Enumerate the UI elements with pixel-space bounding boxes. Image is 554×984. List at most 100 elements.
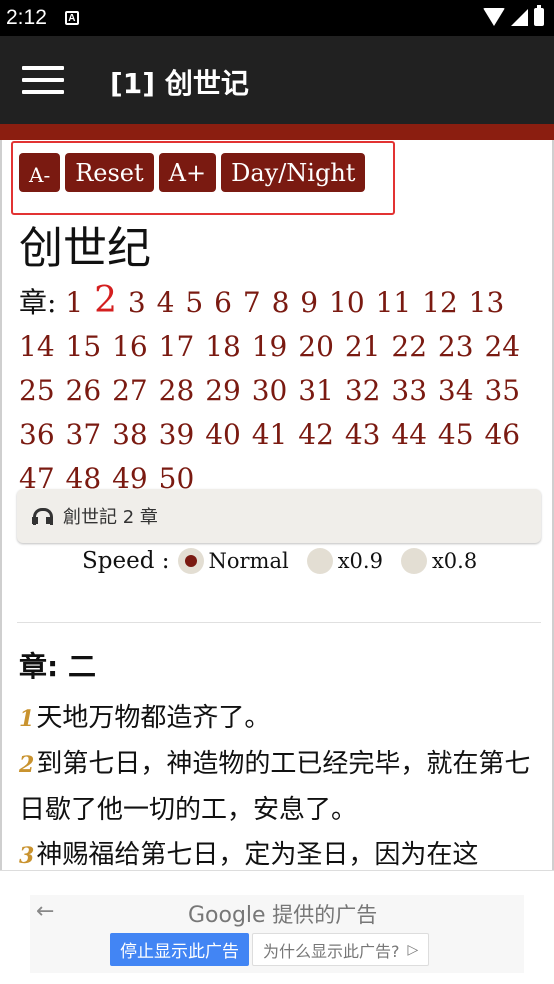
chapter-link[interactable]: 25 bbox=[19, 374, 55, 407]
verse-number: 2 bbox=[19, 752, 35, 778]
chapter-nav-label: 章: bbox=[19, 286, 57, 319]
chapter-link[interactable]: 41 bbox=[252, 418, 288, 451]
divider bbox=[17, 622, 541, 623]
day-night-toggle-button[interactable]: Day/Night bbox=[221, 153, 366, 192]
chapter-link[interactable]: 15 bbox=[66, 330, 102, 363]
reset-font-button[interactable]: Reset bbox=[65, 153, 154, 192]
chapter-link[interactable]: 4 bbox=[157, 286, 175, 319]
google-logo: Google bbox=[188, 903, 266, 928]
speed-option-0-9[interactable]: x0.9 bbox=[306, 548, 383, 574]
speed-label: Speed : bbox=[82, 548, 170, 574]
chapter-link[interactable]: 24 bbox=[484, 330, 520, 363]
chapter-link[interactable]: 37 bbox=[66, 418, 102, 451]
speed-option-normal[interactable]: Normal bbox=[177, 548, 289, 574]
chapter-link[interactable]: 9 bbox=[300, 286, 318, 319]
headphone-icon bbox=[32, 508, 53, 525]
speed-option-label: x0.8 bbox=[431, 549, 478, 573]
audio-label: 創世記 2 章 bbox=[63, 507, 158, 528]
chapter-link[interactable]: 33 bbox=[391, 374, 427, 407]
verse-text: 神赐福给第七日，定为圣日，因为在这 bbox=[36, 840, 479, 870]
chapter-link[interactable]: 43 bbox=[345, 418, 381, 451]
chapter-link[interactable]: 31 bbox=[298, 374, 334, 407]
status-bar: 2:12 A bbox=[0, 0, 554, 36]
why-ad-button[interactable]: 为什么显示此广告? ▷ bbox=[252, 933, 430, 966]
chapter-link[interactable]: 3 bbox=[128, 286, 146, 319]
chapter-link[interactable]: 7 bbox=[243, 286, 261, 319]
battery-icon bbox=[534, 5, 544, 26]
chapter-link[interactable]: 38 bbox=[112, 418, 148, 451]
chapter-heading: 章: 二 bbox=[19, 650, 96, 683]
ad-banner: ← Google 提供的广告 停止显示此广告 为什么显示此广告? ▷ bbox=[0, 870, 554, 984]
notification-icon: A bbox=[64, 11, 79, 25]
chapter-link[interactable]: 30 bbox=[252, 374, 288, 407]
speed-option-label: x0.9 bbox=[337, 549, 383, 573]
arrow-left-icon[interactable]: ← bbox=[36, 899, 54, 924]
chapter-link[interactable]: 5 bbox=[185, 286, 203, 319]
font-toolbar: A- Reset A+ Day/Night bbox=[19, 153, 366, 192]
chapter-link[interactable]: 34 bbox=[438, 374, 474, 407]
chapter-link[interactable]: 21 bbox=[345, 330, 381, 363]
chapter-link[interactable]: 44 bbox=[391, 418, 427, 451]
verse-text: 到第七日，神造物的工已经完毕，就在第七日歇了他一切的工，安息了。 bbox=[19, 749, 531, 825]
hamburger-menu-icon[interactable] bbox=[22, 66, 64, 94]
chapter-link[interactable]: 28 bbox=[159, 374, 195, 407]
status-time: 2:12 bbox=[6, 6, 47, 29]
app-bar: [1] 创世记 bbox=[0, 36, 554, 124]
chapter-link[interactable]: 11 bbox=[376, 286, 412, 319]
chapter-link[interactable]: 35 bbox=[484, 374, 520, 407]
chapter-link[interactable]: 10 bbox=[329, 286, 365, 319]
chapter-link[interactable]: 32 bbox=[345, 374, 381, 407]
chapter-link[interactable]: 39 bbox=[159, 418, 195, 451]
chapter-link[interactable]: 8 bbox=[272, 286, 290, 319]
verse-text: 天地万物都造齐了。 bbox=[36, 703, 271, 733]
verse-number: 3 bbox=[19, 843, 35, 869]
why-ad-label: 为什么显示此广告? bbox=[263, 941, 400, 961]
decrease-font-button[interactable]: A- bbox=[19, 153, 61, 192]
chapter-link[interactable]: 14 bbox=[19, 330, 55, 363]
ad-provider: Google 提供的广告 bbox=[188, 899, 377, 929]
verse-list: 1天地万物都造齐了。 2到第七日，神造物的工已经完毕，就在第七日歇了他一切的工，… bbox=[19, 696, 544, 870]
book-title: 创世纪 bbox=[19, 223, 151, 274]
chapter-link[interactable]: 29 bbox=[205, 374, 241, 407]
verse: 1天地万物都造齐了。 bbox=[19, 696, 544, 742]
signal-icon bbox=[511, 8, 528, 26]
chapter-link[interactable]: 36 bbox=[19, 418, 55, 451]
chapter-link[interactable]: 26 bbox=[66, 374, 102, 407]
wifi-icon bbox=[483, 8, 505, 26]
app-title: [1] 创世记 bbox=[110, 67, 249, 100]
chapter-link[interactable]: 2 bbox=[94, 280, 117, 321]
chapter-link[interactable]: 17 bbox=[159, 330, 195, 363]
speed-option-0-8[interactable]: x0.8 bbox=[400, 548, 478, 574]
chapter-link[interactable]: 20 bbox=[298, 330, 334, 363]
chapter-link[interactable]: 12 bbox=[422, 286, 458, 319]
radio-button[interactable] bbox=[306, 548, 333, 574]
chapter-link[interactable]: 45 bbox=[438, 418, 474, 451]
status-icons bbox=[483, 5, 544, 26]
chapter-link[interactable]: 16 bbox=[112, 330, 148, 363]
speed-selector: Speed : Normal x0.9 x0.8 bbox=[82, 548, 495, 574]
content-area[interactable]: A- Reset A+ Day/Night 创世纪 章: 1 2 3 4 5 6… bbox=[0, 140, 554, 870]
chapter-link[interactable]: 46 bbox=[484, 418, 520, 451]
ad-provider-text: 提供的广告 bbox=[272, 903, 378, 927]
chapter-link[interactable]: 1 bbox=[65, 286, 83, 319]
chapter-link[interactable]: 42 bbox=[298, 418, 334, 451]
radio-button[interactable] bbox=[400, 548, 427, 574]
chapter-nav: 章: 1 2 3 4 5 6 7 8 9 10 11 12 13 14 15 1… bbox=[19, 279, 544, 501]
ad-feedback-panel: ← Google 提供的广告 停止显示此广告 为什么显示此广告? ▷ bbox=[30, 895, 524, 973]
chapter-link[interactable]: 6 bbox=[214, 286, 232, 319]
chapter-link[interactable]: 19 bbox=[252, 330, 288, 363]
stop-ad-button[interactable]: 停止显示此广告 bbox=[110, 933, 249, 966]
verse: 3神赐福给第七日，定为圣日，因为在这 bbox=[19, 833, 544, 870]
chapter-link[interactable]: 18 bbox=[205, 330, 241, 363]
increase-font-button[interactable]: A+ bbox=[158, 153, 217, 192]
radio-button-checked[interactable] bbox=[177, 548, 204, 574]
verse-number: 1 bbox=[19, 706, 35, 732]
audio-player[interactable]: 創世記 2 章 bbox=[17, 489, 541, 543]
chapter-link[interactable]: 13 bbox=[469, 286, 505, 319]
adchoices-icon: ▷ bbox=[407, 941, 419, 958]
chapter-link[interactable]: 27 bbox=[112, 374, 148, 407]
chapter-link[interactable]: 40 bbox=[205, 418, 241, 451]
chapter-link[interactable]: 22 bbox=[391, 330, 427, 363]
speed-option-label: Normal bbox=[208, 549, 289, 573]
chapter-link[interactable]: 23 bbox=[438, 330, 474, 363]
